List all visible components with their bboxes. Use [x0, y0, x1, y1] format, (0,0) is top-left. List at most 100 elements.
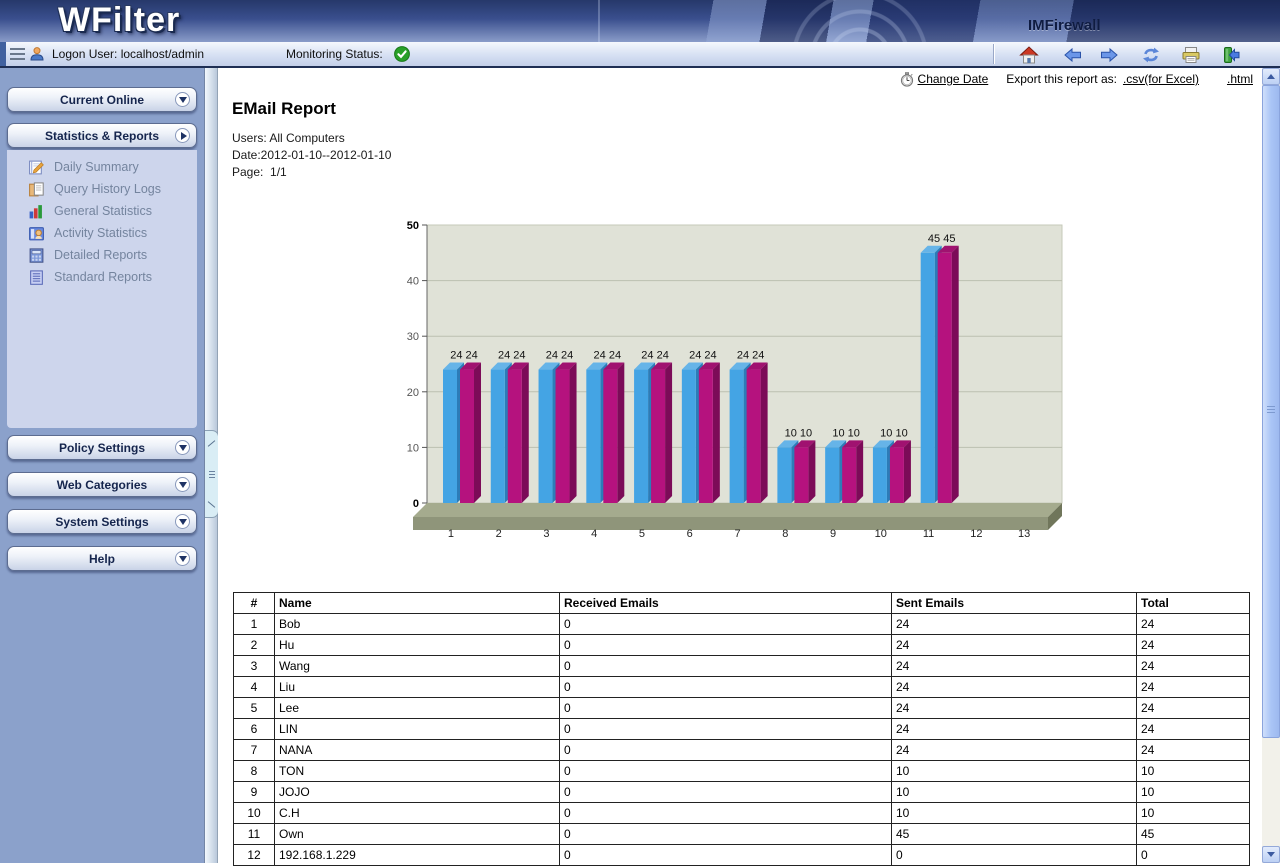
table-cell: 0 [1137, 845, 1250, 866]
table-cell: Own [275, 824, 560, 845]
page-title: EMail Report [232, 99, 336, 119]
bar-side [665, 363, 672, 503]
table-row: 11Own04545 [234, 824, 1250, 845]
table-row: 8TON01010 [234, 761, 1250, 782]
table-header-row: #NameReceived EmailsSent EmailsTotal [234, 593, 1250, 614]
sidebar-item-label: Daily Summary [54, 160, 139, 174]
export-html-link[interactable]: .html [1227, 72, 1253, 86]
sidebar-item-detailed-reports[interactable]: Detailed Reports [28, 245, 204, 265]
table-row: 4Liu02424 [234, 677, 1250, 698]
table-row: 10C.H01010 [234, 803, 1250, 824]
bar-front [921, 253, 935, 503]
bar-value-label: 24 24 [641, 350, 669, 362]
exit-icon[interactable] [1218, 44, 1244, 65]
bar-front [825, 447, 839, 503]
x-tick-label: 8 [782, 528, 788, 540]
x-tick-label: 7 [734, 528, 740, 540]
forward-icon[interactable] [1096, 44, 1122, 65]
chevron-down-icon [175, 92, 190, 107]
bar-pair: 24 24 [539, 350, 577, 503]
table-cell: 10 [1137, 761, 1250, 782]
table-row: 9JOJO01010 [234, 782, 1250, 803]
table-header-cell: Sent Emails [892, 593, 1137, 614]
bar-side [570, 363, 577, 503]
user-icon [29, 46, 45, 62]
table-cell: 11 [234, 824, 275, 845]
table-cell: 9 [234, 782, 275, 803]
y-tick-label: 0 [413, 498, 419, 510]
sidebar-section-system-settings[interactable]: System Settings [7, 509, 197, 534]
bar-pair: 45 45 [921, 233, 959, 503]
table-cell: 0 [560, 677, 892, 698]
back-icon[interactable] [1060, 44, 1086, 65]
sidebar-section-policy-settings[interactable]: Policy Settings [7, 435, 197, 460]
sidebar: Current Online Statistics & Reports Dail… [0, 68, 204, 863]
sidebar-item-daily-summary[interactable]: Daily Summary [28, 157, 204, 177]
table-cell: Hu [275, 635, 560, 656]
scrollbar-thumb[interactable] [1262, 85, 1280, 738]
x-tick-label: 9 [830, 528, 836, 540]
bar-value-label: 24 24 [450, 350, 478, 362]
sidebar-section-statistics-reports[interactable]: Statistics & Reports [7, 123, 197, 148]
export-label: Export this report as: [1006, 72, 1117, 86]
bar-front [699, 370, 713, 503]
chevron-down-icon [175, 440, 190, 455]
bar-pair: 24 24 [682, 350, 720, 503]
refresh-icon[interactable] [1138, 44, 1164, 65]
table-cell: 24 [892, 635, 1137, 656]
menu-icon[interactable] [10, 48, 25, 60]
table-cell: 0 [560, 698, 892, 719]
sidebar-item-general-statistics[interactable]: General Statistics [28, 201, 204, 221]
sidebar-item-label: Standard Reports [54, 270, 152, 284]
thumb-grip [1267, 406, 1275, 415]
sidebar-item-activity-statistics[interactable]: Activity Statistics [28, 223, 204, 243]
table-cell: 4 [234, 677, 275, 698]
bar-pair: 24 24 [443, 350, 481, 503]
table-cell: 7 [234, 740, 275, 761]
table-cell: JOJO [275, 782, 560, 803]
table-header-cell: Name [275, 593, 560, 614]
sidebar-section-help[interactable]: Help [7, 546, 197, 571]
table-cell: 24 [1137, 698, 1250, 719]
table-cell: 24 [892, 698, 1137, 719]
table-row: 5Lee02424 [234, 698, 1250, 719]
table-row: 2Hu02424 [234, 635, 1250, 656]
sidebar-item-label: Query History Logs [54, 182, 161, 196]
home-icon[interactable] [1016, 44, 1042, 65]
chevron-down-icon [175, 551, 190, 566]
table-cell: 0 [560, 635, 892, 656]
notebook-icon [28, 159, 45, 176]
scroll-up-button[interactable] [1262, 68, 1280, 85]
table-row: 7NANA02424 [234, 740, 1250, 761]
vertical-scrollbar[interactable] [1262, 68, 1280, 863]
table-head: #NameReceived EmailsSent EmailsTotal [234, 593, 1250, 614]
status-ok-icon [394, 46, 410, 62]
table-cell: 45 [892, 824, 1137, 845]
change-date-link[interactable]: Change Date [918, 72, 989, 86]
table-cell: 6 [234, 719, 275, 740]
table-cell: 2 [234, 635, 275, 656]
print-icon[interactable] [1178, 44, 1204, 65]
table-cell: 3 [234, 656, 275, 677]
table-row: 12192.168.1.229000 [234, 845, 1250, 866]
scroll-down-button[interactable] [1262, 846, 1280, 863]
sidebar-item-standard-reports[interactable]: Standard Reports [28, 267, 204, 287]
banner-divider-line [598, 0, 600, 42]
table-cell: 10 [892, 803, 1137, 824]
x-tick-label: 6 [687, 528, 693, 540]
table-cell: Wang [275, 656, 560, 677]
bar-front [682, 370, 696, 503]
report-table: #NameReceived EmailsSent EmailsTotal 1Bo… [233, 592, 1250, 866]
table-cell: 24 [1137, 740, 1250, 761]
x-tick-label: 10 [875, 528, 887, 540]
calculator-icon [28, 247, 45, 264]
chevron-down-icon [175, 514, 190, 529]
table-header-cell: Total [1137, 593, 1250, 614]
sidebar-section-web-categories[interactable]: Web Categories [7, 472, 197, 497]
sidebar-section-current-online[interactable]: Current Online [7, 87, 197, 112]
export-csv-link[interactable]: .csv(for Excel) [1123, 72, 1199, 86]
table-cell: 10 [892, 761, 1137, 782]
sidebar-item-query-history-logs[interactable]: Query History Logs [28, 179, 204, 199]
sidebar-collapse-handle[interactable] [205, 430, 219, 518]
x-tick-label: 3 [543, 528, 549, 540]
